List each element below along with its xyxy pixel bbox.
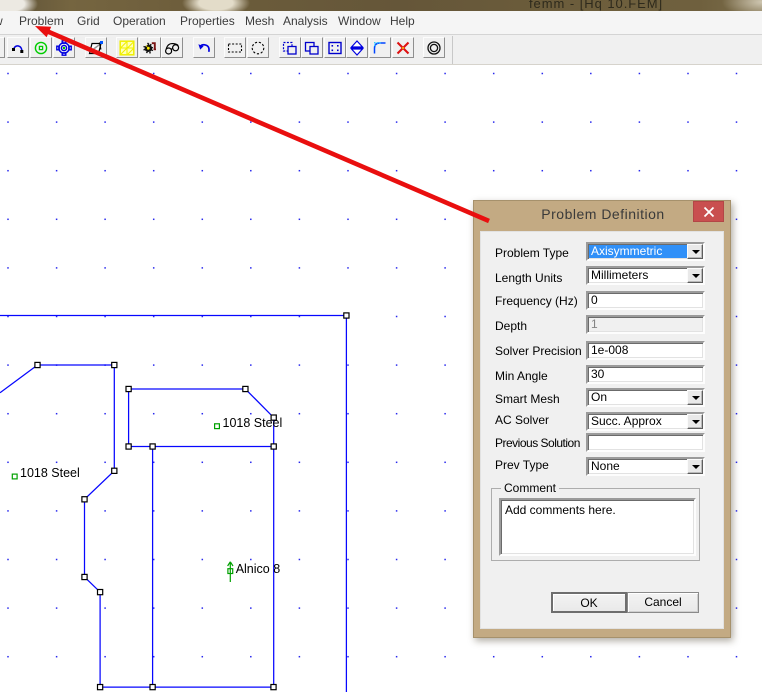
svg-text:Alnico 8: Alnico 8 — [236, 562, 281, 576]
svg-text:1018 Steel: 1018 Steel — [20, 466, 80, 480]
svg-text:1018 Steel: 1018 Steel — [223, 416, 283, 430]
